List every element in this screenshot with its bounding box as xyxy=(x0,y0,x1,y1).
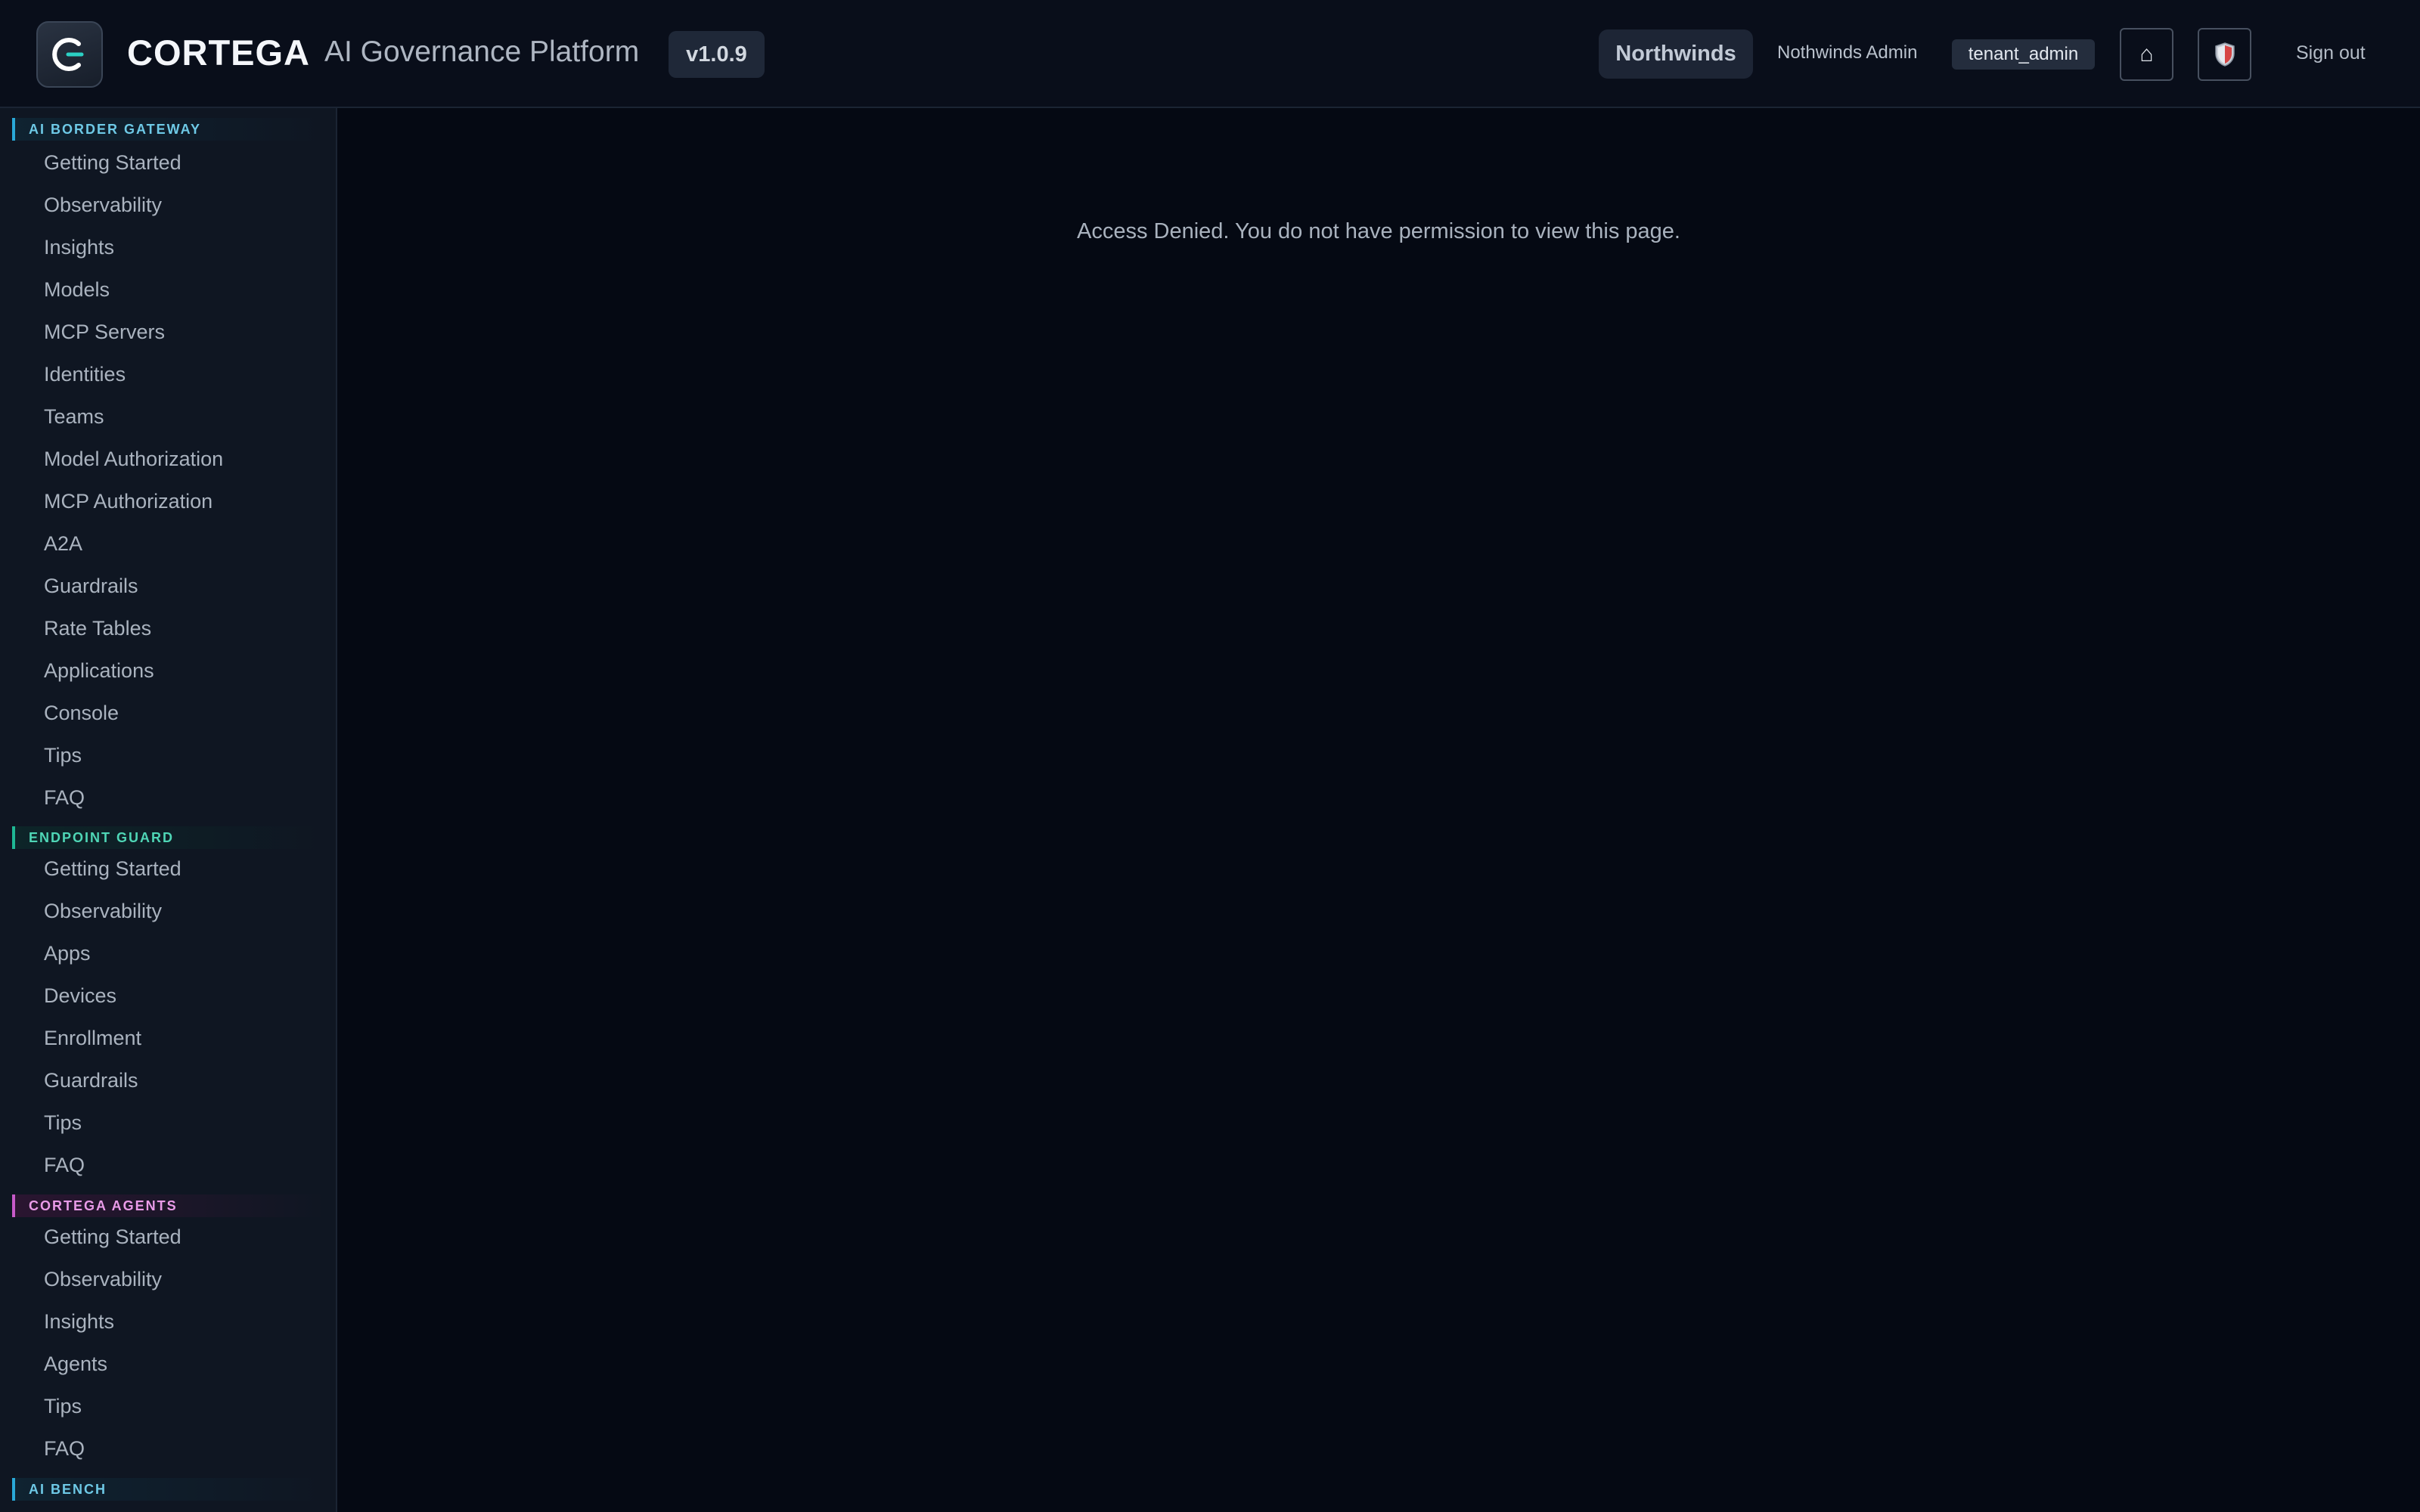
nav-gateway-teams[interactable]: Teams xyxy=(44,405,104,429)
nav-gateway-applications[interactable]: Applications xyxy=(44,659,154,683)
sign-out-link[interactable]: Sign out xyxy=(2296,42,2366,64)
home-button[interactable]: ⌂ xyxy=(2120,28,2173,81)
sidebar: AI BORDER GATEWAY Getting Started Observ… xyxy=(0,108,337,1512)
section-header-ai-border-gateway: AI BORDER GATEWAY xyxy=(12,118,325,141)
nav-gateway-console[interactable]: Console xyxy=(44,702,119,725)
section-header-endpoint-guard: ENDPOINT GUARD xyxy=(12,826,325,849)
nav-agents-faq[interactable]: FAQ xyxy=(44,1437,85,1461)
shield-icon xyxy=(2214,42,2235,67)
nav-gateway-models[interactable]: Models xyxy=(44,278,110,302)
role-badge: tenant_admin xyxy=(1952,39,2095,70)
nav-gateway-getting-started[interactable]: Getting Started xyxy=(44,151,182,175)
security-button[interactable] xyxy=(2198,28,2251,81)
nav-endpoint-devices[interactable]: Devices xyxy=(44,984,116,1008)
logo-icon[interactable] xyxy=(36,21,103,88)
nav-endpoint-faq[interactable]: FAQ xyxy=(44,1154,85,1177)
nav-endpoint-apps[interactable]: Apps xyxy=(44,942,91,965)
nav-agents-tips[interactable]: Tips xyxy=(44,1395,82,1418)
brand-name: CORTEGA xyxy=(127,33,310,73)
nav-agents-observability[interactable]: Observability xyxy=(44,1268,162,1291)
nav-endpoint-tips[interactable]: Tips xyxy=(44,1111,82,1135)
nav-gateway-tips[interactable]: Tips xyxy=(44,744,82,767)
nav-gateway-guardrails[interactable]: Guardrails xyxy=(44,575,138,598)
tenant-selector[interactable]: Northwinds xyxy=(1599,29,1753,79)
nav-gateway-observability[interactable]: Observability xyxy=(44,194,162,217)
nav-gateway-model-authorization[interactable]: Model Authorization xyxy=(44,448,223,471)
platform-subtitle: AI Governance Platform xyxy=(324,36,640,68)
nav-gateway-identities[interactable]: Identities xyxy=(44,363,126,386)
nav-agents-getting-started[interactable]: Getting Started xyxy=(44,1225,182,1249)
nav-gateway-mcp-servers[interactable]: MCP Servers xyxy=(44,321,165,344)
nav-agents-agents[interactable]: Agents xyxy=(44,1352,107,1376)
nav-gateway-a2a[interactable]: A2A xyxy=(44,532,82,556)
section-header-ai-bench: AI BENCH xyxy=(12,1478,325,1501)
nav-gateway-faq[interactable]: FAQ xyxy=(44,786,85,810)
section-header-cortega-agents: CORTEGA AGENTS xyxy=(12,1194,325,1217)
nav-agents-insights[interactable]: Insights xyxy=(44,1310,114,1334)
nav-endpoint-guardrails[interactable]: Guardrails xyxy=(44,1069,138,1092)
nav-endpoint-enrollment[interactable]: Enrollment xyxy=(44,1027,141,1050)
nav-endpoint-getting-started[interactable]: Getting Started xyxy=(44,857,182,881)
user-name: Nothwinds Admin xyxy=(1777,42,1918,63)
nav-gateway-rate-tables[interactable]: Rate Tables xyxy=(44,617,151,640)
nav-gateway-mcp-authorization[interactable]: MCP Authorization xyxy=(44,490,213,513)
version-badge: v1.0.9 xyxy=(669,31,765,78)
home-icon: ⌂ xyxy=(2139,42,2154,67)
top-header: CORTEGA AI Governance Platform v1.0.9 No… xyxy=(0,0,2420,108)
nav-gateway-insights[interactable]: Insights xyxy=(44,236,114,259)
logo-mark xyxy=(52,38,84,71)
nav-endpoint-observability[interactable]: Observability xyxy=(44,900,162,923)
access-denied-message: Access Denied. You do not have permissio… xyxy=(1077,219,1680,243)
